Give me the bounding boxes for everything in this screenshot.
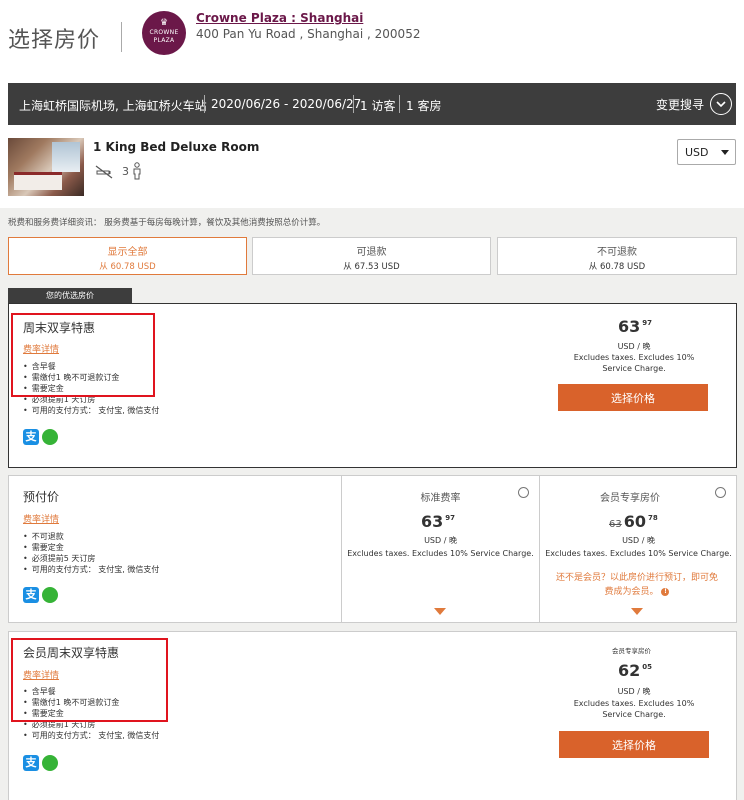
price-decimal: 97 xyxy=(445,514,456,522)
search-separator xyxy=(399,95,400,113)
search-summary-bar: 上海虹桥国际机场, 上海虹桥火车站 2020/06/26 - 2020/06/2… xyxy=(8,83,736,125)
highlight-box xyxy=(11,638,168,722)
option-title: 标准费率 xyxy=(420,493,461,504)
caret-down-icon xyxy=(721,150,729,155)
room-title: 1 King Bed Deluxe Room xyxy=(93,140,260,154)
person-icon xyxy=(132,162,142,180)
price-integer: 63 xyxy=(421,512,444,531)
rate-features-list: 不可退款 需要定金 必须提前5 天订房 可用的支付方式： 支付宝, 微信支付 xyxy=(23,531,160,575)
price-tax-note: Excludes taxes. Excludes 10% Service Cha… xyxy=(545,549,732,558)
member-signup-note: 还不是会员？以此房价进行预订，即可免费成为会员。 ! xyxy=(552,571,722,599)
search-rooms: 1 客房 xyxy=(406,99,442,113)
price-tax-note: Excludes taxes. Excludes 10% Service Cha… xyxy=(573,353,695,373)
search-separator xyxy=(353,95,354,113)
highlight-box xyxy=(11,313,155,397)
select-rate-button[interactable]: 选择价格 xyxy=(558,384,708,411)
rate-feature: 可用的支付方式： 支付宝, 微信支付 xyxy=(23,564,160,575)
wechat-pay-icon xyxy=(42,587,58,603)
rate-price: 63 60 78 xyxy=(609,512,658,531)
hotel-logo: ♛ CROWNE PLAZA xyxy=(142,11,186,55)
rate-price: 62 05 xyxy=(618,661,652,680)
currency-select[interactable]: USD xyxy=(677,139,736,165)
no-smoking-icon xyxy=(94,164,114,180)
select-rate-button[interactable]: 选择价格 xyxy=(559,731,709,758)
search-separator xyxy=(204,95,205,113)
filter-tab-price: 从 67.53 USD xyxy=(343,262,400,272)
price-decimal: 05 xyxy=(642,663,653,671)
standard-rate-radio[interactable] xyxy=(518,487,529,498)
hotel-address: 400 Pan Yu Road , Shanghai , 200052 xyxy=(196,27,421,41)
hotel-name-link[interactable]: Crowne Plaza : Shanghai xyxy=(196,11,363,25)
rate-details-link[interactable]: 费率详情 xyxy=(23,512,59,525)
chevron-down-icon xyxy=(710,93,733,115)
wechat-pay-icon xyxy=(42,429,58,445)
rate-price: 63 97 xyxy=(421,512,455,531)
info-icon[interactable]: ! xyxy=(661,587,670,596)
price-unit: USD / 晚 xyxy=(622,536,655,545)
rate-price: 63 97 xyxy=(618,317,652,336)
search-location: 上海虹桥国际机场, 上海虹桥火车站 xyxy=(19,99,207,113)
modify-search-button[interactable]: 变更搜寻 xyxy=(656,92,733,116)
filter-tab-all[interactable]: 显示全部 从 60.78 USD xyxy=(8,237,247,275)
payment-icons: 支 xyxy=(23,755,58,771)
search-guests: 1 访客 xyxy=(360,99,396,113)
price-integer: 63 xyxy=(618,317,641,336)
price-decimal: 97 xyxy=(642,319,653,327)
rate-feature: 可用的支付方式： 支付宝, 微信支付 xyxy=(23,405,160,416)
filter-tab-price: 从 60.78 USD xyxy=(588,262,646,272)
chevron-down-icon[interactable] xyxy=(631,608,643,615)
price-integer: 60 xyxy=(623,512,646,531)
room-photo[interactable] xyxy=(8,138,84,196)
filter-tab-label: 显示全部 xyxy=(107,247,148,258)
room-photo-window xyxy=(52,142,80,172)
chevron-down-icon[interactable] xyxy=(434,608,446,615)
alipay-icon: 支 xyxy=(23,755,39,771)
price-unit: USD / 晚 xyxy=(424,536,457,545)
member-rate-radio[interactable] xyxy=(715,487,726,498)
logo-text-crowne: CROWNE xyxy=(149,29,179,36)
wechat-pay-icon xyxy=(42,755,58,771)
alipay-icon: 支 xyxy=(23,587,39,603)
header-divider xyxy=(121,22,122,52)
price-unit: USD / 晚 xyxy=(617,687,651,696)
preferred-rate-label: 您的优选房价 xyxy=(8,288,132,303)
logo-text-plaza: PLAZA xyxy=(153,37,175,44)
price-tax-note: Excludes taxes. Excludes 10% Service Cha… xyxy=(573,699,695,719)
member-note-text: 还不是会员？以此房价进行预订，即可免费成为会员。 xyxy=(555,573,718,597)
tax-service-note: 税费和服务费详细资讯： 服务费基于每房每晚计算，餐饮及其他消费按照总价计算。 xyxy=(8,218,326,228)
filter-tab-price: 从 60.78 USD xyxy=(99,262,156,272)
rate-card-prepaid: 预付价 费率详情 不可退款 需要定金 必须提前5 天订房 可用的支付方式： 支付… xyxy=(8,475,737,623)
option-title: 会员专享房价 xyxy=(600,493,660,504)
filter-tab-label: 可退款 xyxy=(356,247,387,258)
rate-name: 预付价 xyxy=(23,490,60,504)
filter-tab-refundable[interactable]: 可退款 从 67.53 USD xyxy=(252,237,491,275)
member-rate-label: 会员专享房价 xyxy=(612,647,651,655)
filter-tab-label: 不可退款 xyxy=(597,247,637,258)
price-unit: USD / 晚 xyxy=(617,342,651,351)
old-price: 63 xyxy=(609,519,622,530)
crown-icon: ♛ xyxy=(159,18,169,28)
price-decimal: 78 xyxy=(648,514,658,522)
rate-feature: 必须提前5 天订房 xyxy=(23,553,159,564)
rate-feature: 可用的支付方式： 支付宝, 微信支付 xyxy=(23,730,160,741)
payment-icons: 支 xyxy=(23,429,58,445)
currency-value: USD xyxy=(685,146,709,159)
room-photo-bed xyxy=(14,172,62,190)
alipay-icon: 支 xyxy=(23,429,39,445)
filter-tab-nonrefundable[interactable]: 不可退款 从 60.78 USD xyxy=(497,237,737,275)
price-integer: 62 xyxy=(618,661,641,680)
rate-feature: 不可退款 xyxy=(23,531,159,542)
payment-icons: 支 xyxy=(23,587,58,603)
search-dates: 2020/06/26 - 2020/06/27 xyxy=(211,97,362,111)
price-tax-note: Excludes taxes. Excludes 10% Service Cha… xyxy=(347,549,534,558)
rate-feature: 需要定金 xyxy=(23,542,159,553)
page-title: 选择房价 xyxy=(8,28,101,53)
max-guest-count: 3 xyxy=(122,165,129,178)
modify-search-label: 变更搜寻 xyxy=(656,97,705,112)
